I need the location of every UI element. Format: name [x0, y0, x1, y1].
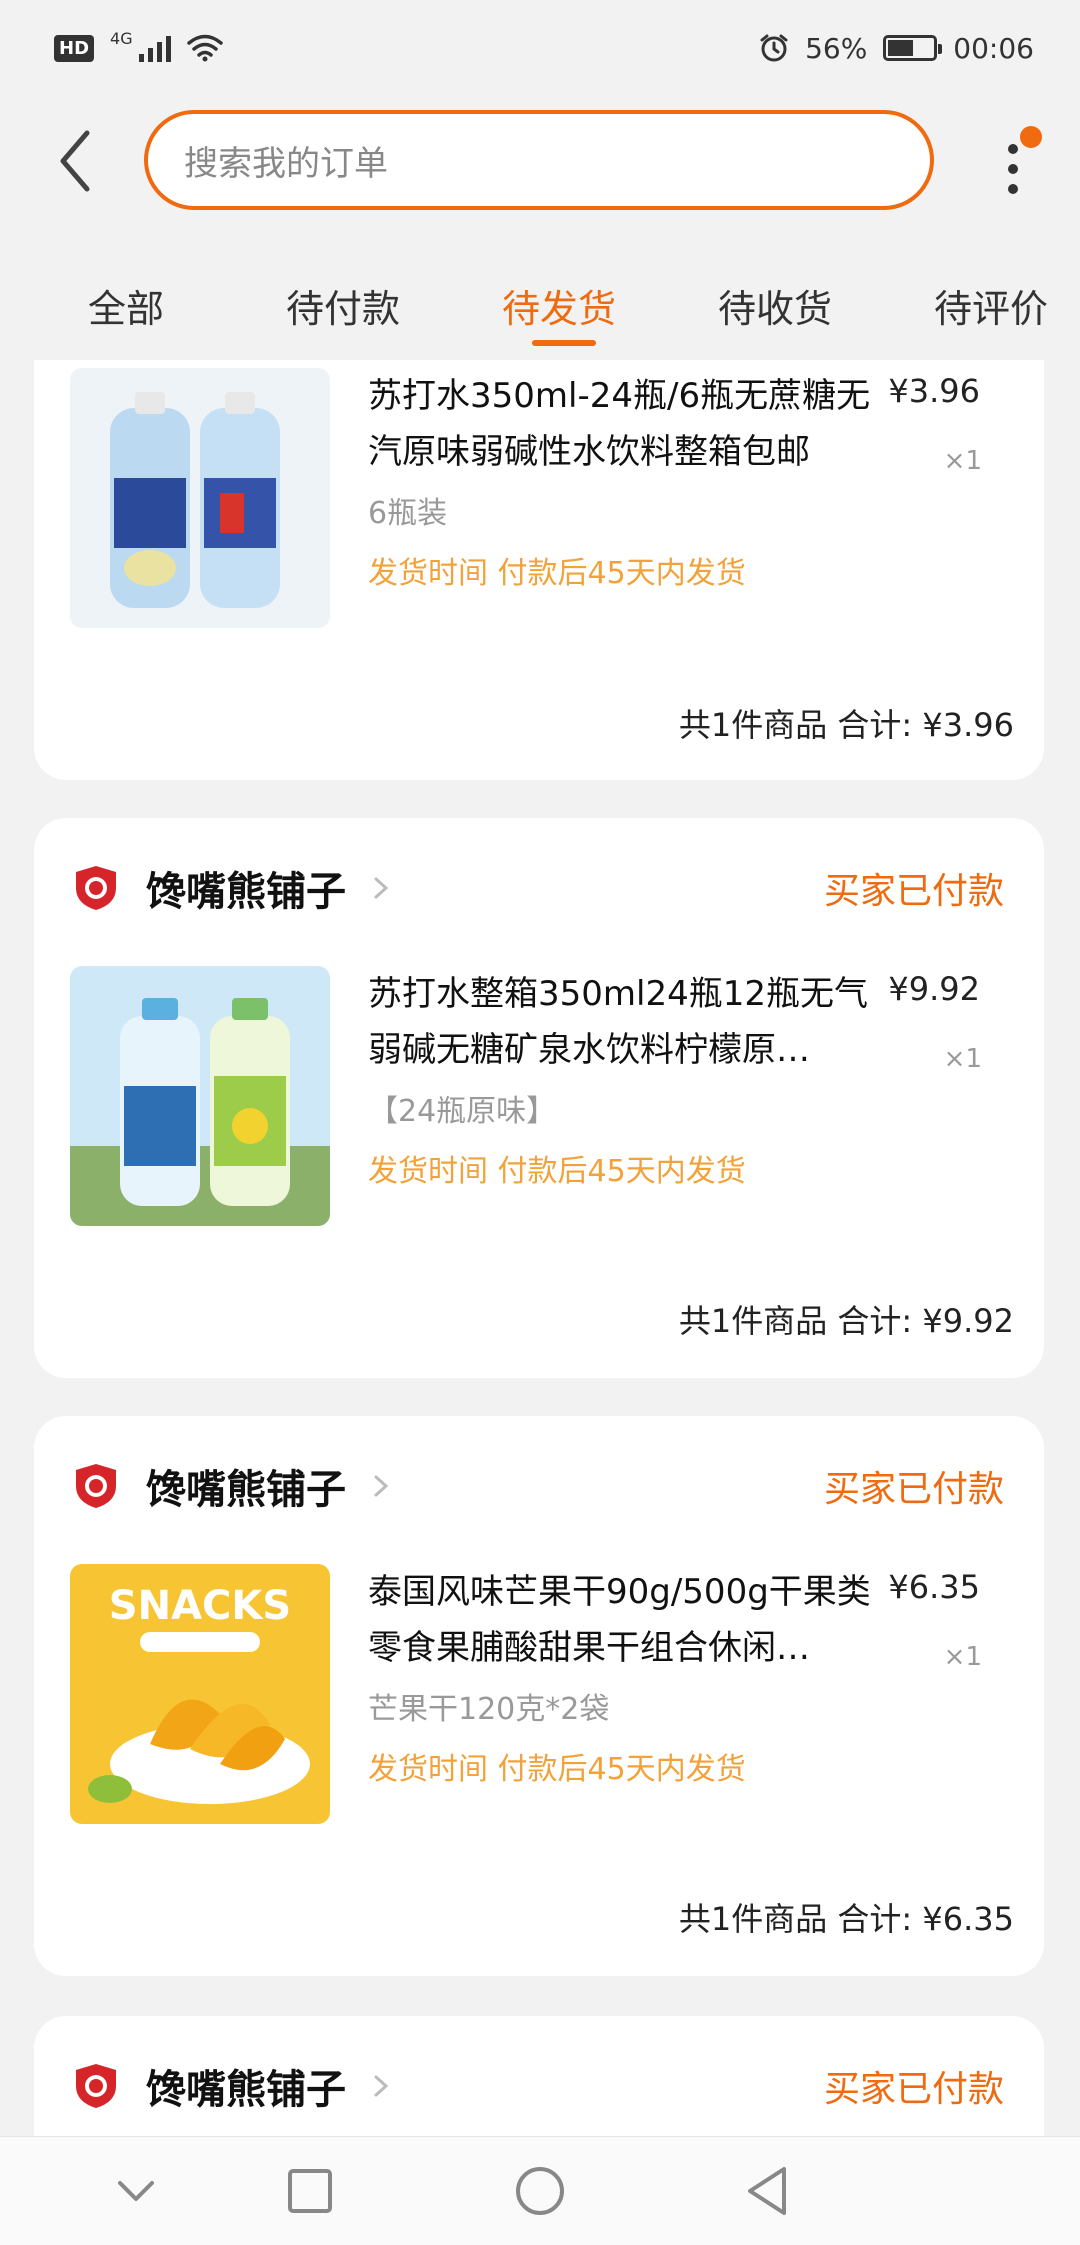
- shop-name[interactable]: 馋嘴熊铺子: [146, 859, 346, 917]
- shipping-info: 发货时间 付款后45天内发货: [368, 1752, 746, 1787]
- shop-header[interactable]: 馋嘴熊铺子 买家已付款: [74, 1456, 1004, 1516]
- order-card[interactable]: 馋嘴熊铺子 买家已付款 苏打水整箱350ml24瓶12瓶无气弱碱无糖矿泉水饮料柠…: [34, 818, 1044, 1378]
- product-item[interactable]: 苏打水350ml-24瓶/6瓶无蔗糖无汽原味弱碱性水饮料整箱包邮 ¥3.96 ×…: [70, 368, 1010, 628]
- active-tab-indicator: [532, 340, 596, 346]
- product-image[interactable]: [70, 368, 330, 628]
- search-input[interactable]: 搜索我的订单: [144, 110, 934, 210]
- product-quantity: ×1: [943, 1044, 982, 1074]
- status-right: 56% 00:06: [759, 32, 1034, 65]
- chevron-left-icon: [60, 130, 90, 192]
- product-quantity: ×1: [943, 1642, 982, 1672]
- order-status: 买家已付款: [823, 2069, 1004, 2110]
- battery-icon: [883, 35, 943, 61]
- square-icon[interactable]: [282, 2163, 338, 2219]
- notification-dot: [1020, 126, 1042, 148]
- order-summary: 共1件商品 合计: ¥6.35: [678, 1900, 1014, 1938]
- signal-icon: [138, 34, 171, 62]
- triangle-back-icon[interactable]: [740, 2163, 796, 2219]
- dried-mango-image: SNACKS: [70, 1564, 330, 1824]
- back-button[interactable]: [40, 126, 110, 196]
- order-status: 买家已付款: [823, 871, 1004, 912]
- product-spec: 6瓶装: [368, 496, 448, 531]
- product-price: ¥3.96: [888, 372, 980, 410]
- product-price: ¥6.35: [888, 1568, 980, 1606]
- product-item[interactable]: SNACKS 泰国风味芒果干90g/500g干果类零食果脯酸甜果干组合休闲… ¥…: [70, 1564, 1010, 1824]
- tab-all[interactable]: 全部: [88, 278, 164, 333]
- hd-badge: HD: [54, 34, 95, 62]
- wifi-icon: [186, 34, 223, 62]
- order-card[interactable]: 馋嘴熊铺子 买家已付款 SNACKS 泰国风味芒果干90g/500g干果类零食果…: [34, 1416, 1044, 1976]
- tab-pending-shipment[interactable]: 待发货: [502, 278, 616, 333]
- product-title[interactable]: 泰国风味芒果干90g/500g干果类零食果脯酸甜果干组合休闲…: [368, 1564, 888, 1676]
- shop-badge-icon: [76, 866, 116, 910]
- order-card[interactable]: 苏打水350ml-24瓶/6瓶无蔗糖无汽原味弱碱性水饮料整箱包邮 ¥3.96 ×…: [34, 360, 1044, 780]
- product-quantity: ×1: [943, 446, 982, 476]
- tab-pending-review[interactable]: 待评价: [934, 278, 1048, 333]
- status-left: HD 4G: [54, 29, 223, 62]
- shop-badge-icon: [76, 1464, 116, 1508]
- system-nav-bar: [0, 2136, 1080, 2245]
- search-placeholder: 搜索我的订单: [184, 143, 388, 184]
- product-spec: 芒果干120克*2袋: [368, 1692, 610, 1727]
- order-status: 买家已付款: [823, 1469, 1004, 1510]
- order-summary: 共1件商品 合计: ¥3.96: [678, 706, 1014, 744]
- alarm-icon: [760, 34, 788, 62]
- tab-pending-payment[interactable]: 待付款: [286, 278, 400, 333]
- water-bottles-image: [70, 368, 330, 628]
- battery-percent: 56%: [805, 31, 868, 65]
- product-price: ¥9.92: [888, 970, 980, 1008]
- chevron-right-icon: [374, 2075, 389, 2097]
- order-tabs: 全部 待付款 待发货 待收货 待评价: [0, 260, 1080, 360]
- clock: 00:06: [953, 31, 1034, 65]
- status-bar: HD 4G 56% 00:06: [0, 0, 1080, 96]
- chevron-down-icon[interactable]: [108, 2163, 164, 2219]
- shipping-info: 发货时间 付款后45天内发货: [368, 556, 746, 591]
- circle-icon[interactable]: [512, 2163, 568, 2219]
- more-vertical-icon: [1008, 144, 1018, 154]
- product-image[interactable]: SNACKS: [70, 1564, 330, 1824]
- product-image[interactable]: [70, 966, 330, 1226]
- tab-pending-receipt[interactable]: 待收货: [718, 278, 832, 333]
- shop-header[interactable]: 馋嘴熊铺子 买家已付款: [74, 2056, 1004, 2116]
- shop-name[interactable]: 馋嘴熊铺子: [146, 2057, 346, 2115]
- shipping-info: 发货时间 付款后45天内发货: [368, 1154, 746, 1189]
- product-title[interactable]: 苏打水350ml-24瓶/6瓶无蔗糖无汽原味弱碱性水饮料整箱包邮: [368, 368, 888, 480]
- chevron-right-icon: [374, 1475, 389, 1497]
- shop-name[interactable]: 馋嘴熊铺子: [146, 1457, 346, 1515]
- image-snacks-text: SNACKS: [109, 1583, 291, 1629]
- order-summary: 共1件商品 合计: ¥9.92: [678, 1302, 1014, 1340]
- product-spec: 【24瓶原味】: [368, 1094, 557, 1129]
- network-type: 4G: [110, 28, 133, 48]
- header: 搜索我的订单: [0, 96, 1080, 226]
- chevron-right-icon: [374, 877, 389, 899]
- more-button[interactable]: [990, 126, 1042, 206]
- product-item[interactable]: 苏打水整箱350ml24瓶12瓶无气弱碱无糖矿泉水饮料柠檬原… ¥9.92 ×1…: [70, 966, 1010, 1226]
- soda-bottles-image: [70, 966, 330, 1226]
- product-title[interactable]: 苏打水整箱350ml24瓶12瓶无气弱碱无糖矿泉水饮料柠檬原…: [368, 966, 888, 1078]
- shop-header[interactable]: 馋嘴熊铺子 买家已付款: [74, 858, 1004, 918]
- shop-badge-icon: [76, 2064, 116, 2108]
